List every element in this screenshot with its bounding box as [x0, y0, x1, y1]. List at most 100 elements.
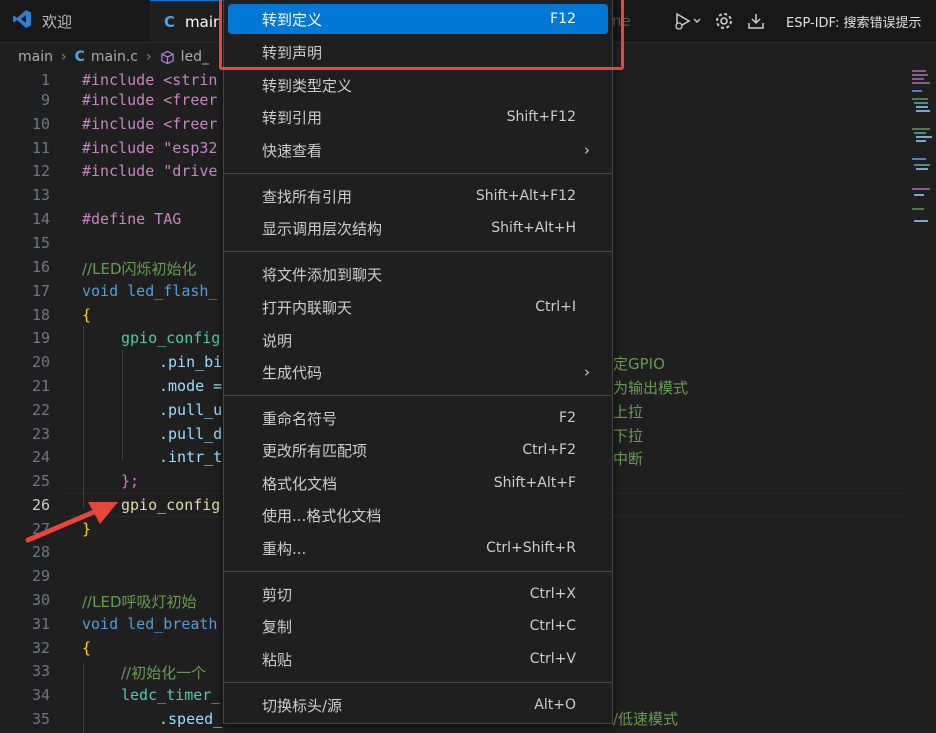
chevron-right-icon: › [60, 49, 67, 65]
menu-item-change-all-occurrences[interactable]: 更改所有匹配项 Ctrl+F2 [228, 435, 608, 465]
menu-item-peek[interactable]: 快速查看 › [228, 135, 608, 165]
vscode-logo-icon [12, 9, 32, 33]
code-line: #define TAG [82, 210, 182, 228]
code-line: //初始化一个 [121, 664, 207, 682]
menu-item-copy[interactable]: 复制 Ctrl+C [228, 611, 608, 641]
code-line: .pull_d [159, 425, 223, 443]
menu-item-refactor[interactable]: 重构... Ctrl+Shift+R [228, 533, 608, 563]
line-number: 9 [40, 91, 50, 109]
code-line: { [82, 306, 92, 324]
c-file-icon: C [74, 49, 85, 65]
menu-item-shortcut: Ctrl+F2 [522, 442, 576, 458]
menu-item-switch-header-source[interactable]: 切换标头/源 Alt+O [228, 690, 608, 720]
menu-item-label: 切换标头/源 [262, 696, 343, 715]
menu-item-shortcut: Shift+F12 [506, 109, 576, 125]
menu-item-label: 将文件添加到聊天 [262, 265, 383, 284]
menu-item-show-call-hierarchy[interactable]: 显示调用层次结构 Shift+Alt+H [228, 213, 608, 243]
line-number: 12 [31, 162, 50, 180]
menu-item-rename-symbol[interactable]: 重命名符号 F2 [228, 403, 608, 433]
line-number: 15 [31, 234, 50, 252]
code-line: //LED呼吸灯初始 [82, 593, 197, 611]
menu-item-label: 快速查看 [262, 141, 323, 160]
tab-welcome[interactable]: 欢迎 [0, 0, 148, 42]
editor-actions [672, 0, 766, 42]
cube-symbol-icon [160, 50, 175, 65]
line-number: 20 [31, 353, 50, 371]
menu-item-generate-code[interactable]: 生成代码 › [228, 357, 608, 387]
line-number: 33 [31, 662, 50, 680]
code-line: .mode = [159, 377, 223, 395]
menu-item-find-all-references[interactable]: 查找所有引用 Shift+Alt+F12 [228, 181, 608, 211]
code-line: void led_flash_ [82, 282, 218, 300]
menu-item-label: 重命名符号 [262, 409, 338, 428]
menu-item-label: 重构... [262, 539, 307, 558]
line-number: 18 [31, 306, 50, 324]
c-file-icon: C [164, 12, 176, 31]
code-comment-fragment: 下拉 [613, 427, 644, 445]
menu-separator [224, 173, 612, 174]
code-line: .intr_t [159, 448, 223, 466]
context-menu: 转到定义 F12 转到声明 转到类型定义 转到引用 Shift+F12 快速查看… [223, 0, 613, 724]
menu-item-shortcut: Ctrl+Shift+R [486, 540, 576, 556]
code-line: gpio_config [121, 329, 221, 347]
minimap[interactable] [912, 68, 936, 238]
breadcrumb-folder[interactable]: main [18, 49, 53, 65]
code-comment-fragment: 为输出模式 [613, 379, 689, 397]
line-number: 29 [31, 567, 50, 585]
line-number: 24 [31, 448, 50, 466]
menu-item-go-to-references[interactable]: 转到引用 Shift+F12 [228, 102, 608, 132]
code-comment-fragment: /低速模式 [613, 710, 679, 728]
code-line: gpio_config [121, 496, 221, 514]
menu-item-add-file-to-chat[interactable]: 将文件添加到聊天 [228, 259, 608, 289]
menu-separator [224, 395, 612, 396]
line-number: 1 [40, 71, 50, 89]
code-comment-fragment: 中断 [613, 450, 644, 468]
code-line: void led_breath [82, 615, 218, 633]
esp-idf-search-errors[interactable]: ESP-IDF: 搜索错误提示 [786, 0, 922, 42]
menu-item-label: 转到引用 [262, 108, 323, 127]
line-number: 16 [31, 258, 50, 276]
line-number: 19 [31, 329, 50, 347]
menu-item-format-document-with[interactable]: 使用...格式化文档 [228, 500, 608, 530]
line-number: 31 [31, 615, 50, 633]
code-comment-fragment: 定GPIO [613, 355, 665, 373]
menu-item-shortcut: F2 [559, 410, 576, 426]
menu-item-shortcut: Ctrl+C [529, 618, 576, 634]
menu-item-label: 更改所有匹配项 [262, 441, 368, 460]
indent-guide [83, 663, 84, 733]
gear-icon[interactable] [714, 11, 734, 31]
code-line: .speed_ [159, 710, 223, 728]
menu-item-label: 显示调用层次结构 [262, 219, 383, 238]
menu-item-label: 使用...格式化文档 [262, 506, 382, 525]
flash-download-icon[interactable] [746, 11, 766, 31]
code-line: #include "esp32 [82, 139, 218, 157]
menu-item-label: 转到类型定义 [262, 76, 353, 95]
menu-item-shortcut: Ctrl+I [535, 299, 576, 315]
menu-item-cut[interactable]: 剪切 Ctrl+X [228, 579, 608, 609]
menu-item-label: 格式化文档 [262, 474, 338, 493]
menu-item-format-document[interactable]: 格式化文档 Shift+Alt+F [228, 468, 608, 498]
menu-item-go-to-type-definition[interactable]: 转到类型定义 [228, 70, 608, 100]
chevron-right-icon: › [584, 363, 590, 381]
menu-item-shortcut: Ctrl+V [529, 651, 576, 667]
line-number: 35 [31, 710, 50, 728]
menu-item-label: 剪切 [262, 585, 293, 604]
menu-item-label: 复制 [262, 617, 293, 636]
code-line: #include <freer [82, 115, 218, 133]
code-line: //LED闪烁初始化 [82, 260, 197, 278]
menu-separator [224, 251, 612, 252]
indent-guide [122, 350, 123, 460]
line-number: 10 [31, 115, 50, 133]
menu-item-open-inline-chat[interactable]: 打开内联聊天 Ctrl+I [228, 292, 608, 322]
menu-item-shortcut: Alt+O [534, 697, 576, 713]
tab-welcome-label: 欢迎 [42, 12, 73, 31]
annotation-arrow-icon [24, 498, 124, 550]
menu-item-paste[interactable]: 粘贴 Ctrl+V [228, 644, 608, 674]
run-debug-icon[interactable] [672, 11, 702, 31]
menu-item-explain[interactable]: 说明 [228, 325, 608, 355]
menu-item-shortcut: Shift+Alt+F [493, 475, 576, 491]
tab-main-c[interactable]: C main [150, 0, 230, 42]
breadcrumb-file[interactable]: main.c [91, 49, 138, 65]
code-line: .pull_u [159, 401, 223, 419]
breadcrumb-symbol[interactable]: led_ [181, 49, 209, 65]
